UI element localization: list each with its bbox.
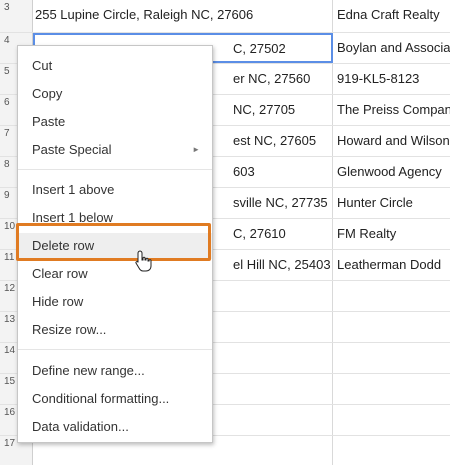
agency-cell[interactable]: Edna Craft Realty <box>333 0 450 32</box>
agency-cell[interactable] <box>333 312 450 342</box>
hand-cursor-icon <box>135 250 152 272</box>
agency-cell[interactable] <box>333 343 450 373</box>
table-row[interactable]: 3 255 Lupine Circle, Raleigh NC, 27606 E… <box>0 0 450 33</box>
agency-cell[interactable]: Howard and Wilson <box>333 126 450 156</box>
menu-item-label: Paste Special <box>32 142 112 157</box>
menu-item-copy[interactable]: Copy <box>18 81 212 107</box>
agency-cell[interactable]: Leatherman Dodd <box>333 250 450 280</box>
menu-item-conditional-formatting[interactable]: Conditional formatting... <box>18 386 212 412</box>
menu-item-paste[interactable]: Paste <box>18 109 212 135</box>
menu-item-resize-row[interactable]: Resize row... <box>18 317 212 343</box>
agency-cell[interactable] <box>333 374 450 404</box>
menu-item-define-range[interactable]: Define new range... <box>18 358 212 384</box>
menu-item-hide-row[interactable]: Hide row <box>18 289 212 315</box>
agency-cell[interactable]: Glenwood Agency <box>333 157 450 187</box>
submenu-arrow-icon: ► <box>192 145 200 154</box>
agency-cell[interactable]: Boylan and Associa <box>333 33 450 63</box>
agency-cell[interactable] <box>333 281 450 311</box>
menu-item-data-validation[interactable]: Data validation... <box>18 414 212 440</box>
address-cell[interactable]: 255 Lupine Circle, Raleigh NC, 27606 <box>33 0 333 32</box>
agency-cell[interactable] <box>333 405 450 435</box>
highlight-outline <box>16 223 211 261</box>
menu-item-clear-row[interactable]: Clear row <box>18 261 212 287</box>
agency-cell[interactable]: FM Realty <box>333 219 450 249</box>
menu-item-cut[interactable]: Cut <box>18 53 212 79</box>
menu-separator <box>18 169 212 170</box>
menu-separator <box>18 349 212 350</box>
row-number[interactable]: 3 <box>0 0 33 32</box>
menu-item-insert-above[interactable]: Insert 1 above <box>18 177 212 203</box>
agency-cell[interactable] <box>333 436 450 465</box>
menu-item-paste-special[interactable]: Paste Special ► <box>18 137 212 163</box>
agency-cell[interactable]: Hunter Circle <box>333 188 450 218</box>
agency-cell[interactable]: 919-KL5-8123 <box>333 64 450 94</box>
agency-cell[interactable]: The Preiss Compan <box>333 95 450 125</box>
